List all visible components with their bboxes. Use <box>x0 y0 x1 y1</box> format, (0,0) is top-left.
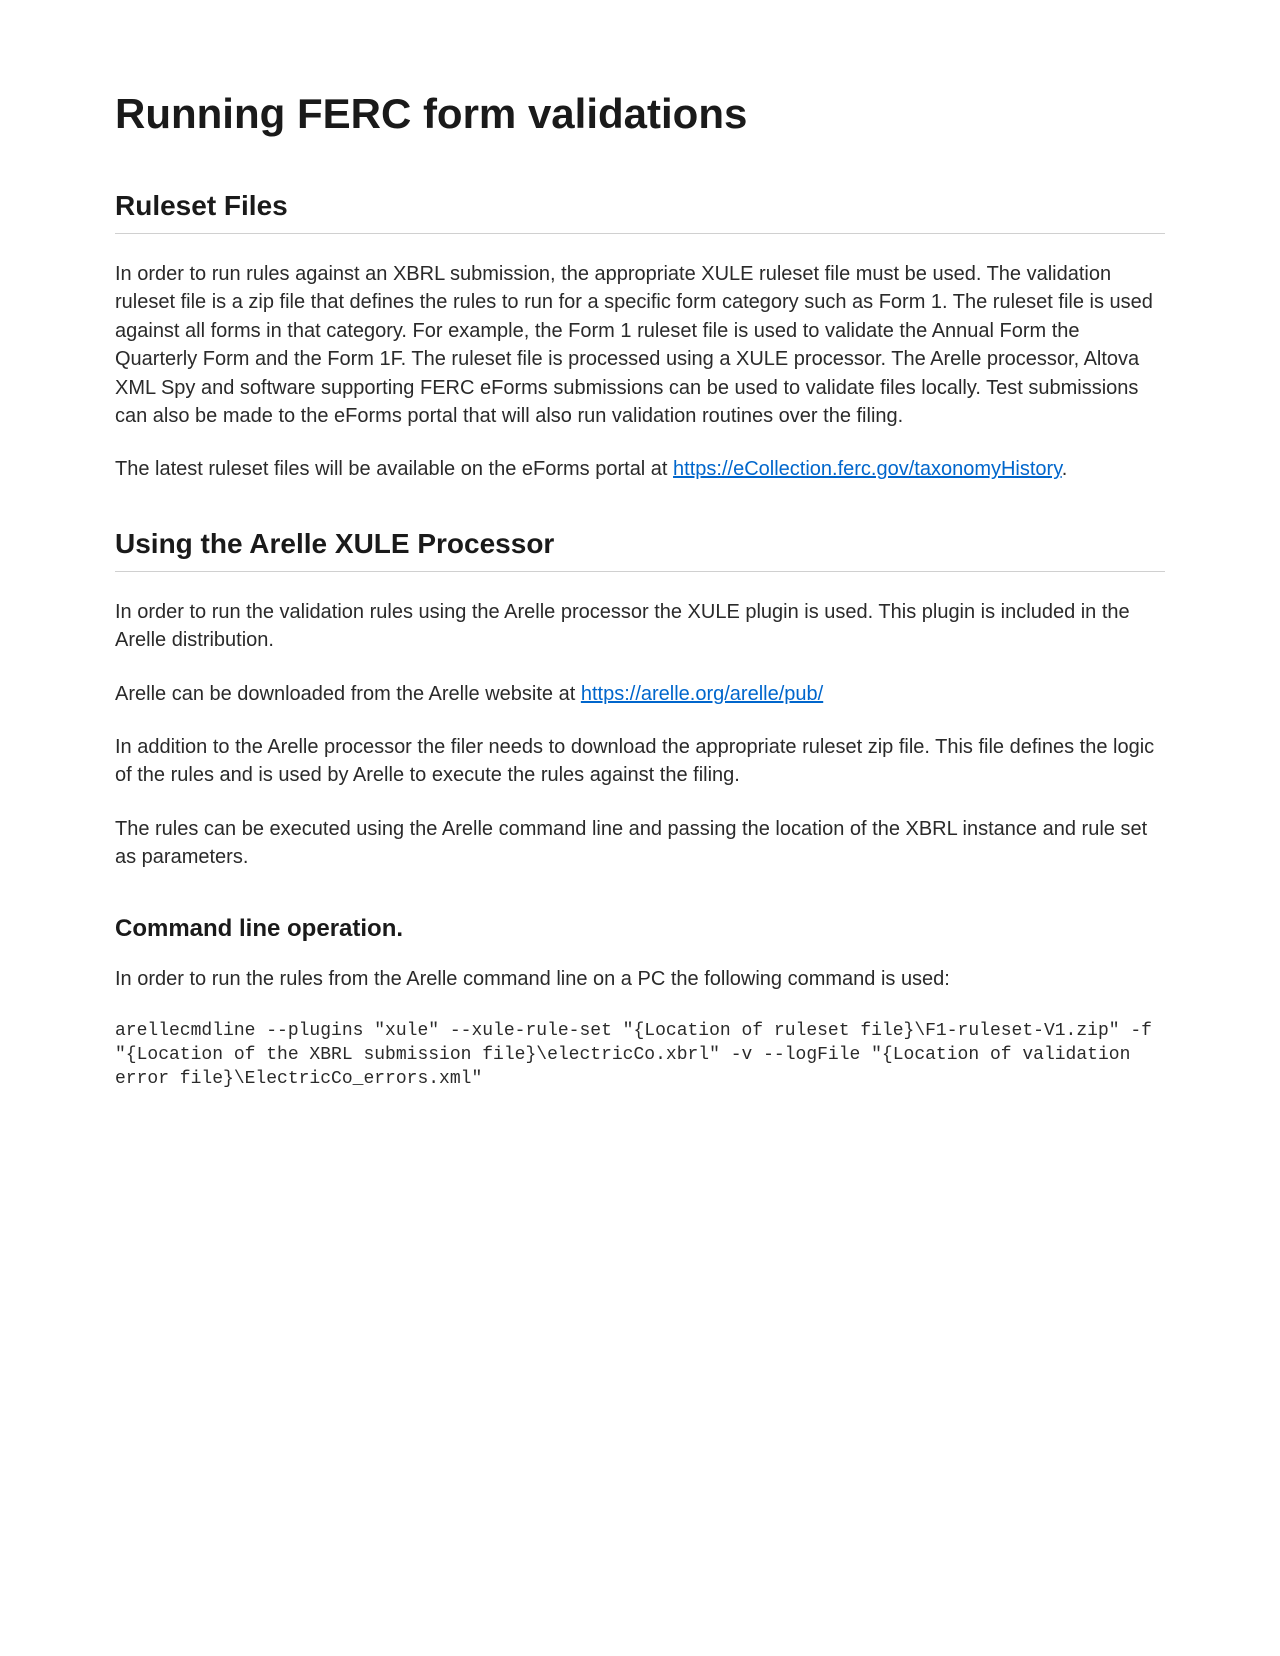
paragraph: Arelle can be downloaded from the Arelle… <box>115 680 1165 708</box>
section-command-line: Command line operation. In order to run … <box>115 912 1165 1092</box>
text: The latest ruleset files will be availab… <box>115 458 673 480</box>
paragraph: In order to run rules against an XBRL su… <box>115 260 1165 430</box>
code-block: arellecmdline --plugins "xule" --xule-ru… <box>115 1019 1165 1092</box>
paragraph: The latest ruleset files will be availab… <box>115 455 1165 483</box>
heading-ruleset-files: Ruleset Files <box>115 186 1165 234</box>
paragraph: In order to run the validation rules usi… <box>115 598 1165 655</box>
heading-arelle-xule: Using the Arelle XULE Processor <box>115 524 1165 572</box>
link-taxonomy-history[interactable]: https://eCollection.ferc.gov/taxonomyHis… <box>673 458 1062 480</box>
text: . <box>1062 458 1068 480</box>
link-arelle-download[interactable]: https://arelle.org/arelle/pub/ <box>581 683 823 705</box>
text: Arelle can be downloaded from the Arelle… <box>115 683 581 705</box>
paragraph: In addition to the Arelle processor the … <box>115 733 1165 790</box>
heading-command-line: Command line operation. <box>115 912 1165 946</box>
paragraph: The rules can be executed using the Arel… <box>115 815 1165 872</box>
page-title: Running FERC form validations <box>115 85 1165 144</box>
paragraph: In order to run the rules from the Arell… <box>115 965 1165 993</box>
section-arelle-xule: Using the Arelle XULE Processor In order… <box>115 524 1165 872</box>
section-ruleset-files: Ruleset Files In order to run rules agai… <box>115 186 1165 484</box>
